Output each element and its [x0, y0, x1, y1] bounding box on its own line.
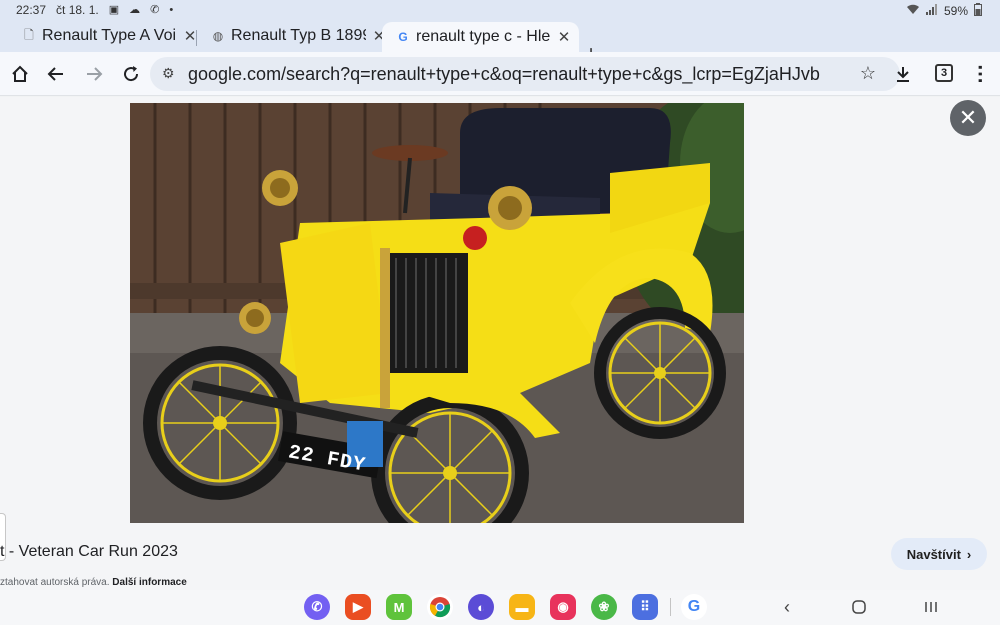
recents-icon	[925, 602, 937, 612]
home-icon	[12, 65, 28, 82]
close-icon[interactable]: ✕	[557, 28, 571, 46]
tab-strip: 🗋 Renault Type A Voi ✕ ◍ Renault Typ B 1…	[0, 20, 1000, 66]
taskbar-dock: ✆ ▶ M ◐ ▬ ◉ ❀ ⠿ G ‹	[0, 590, 1000, 625]
files-icon[interactable]: ▬	[509, 594, 535, 620]
recents-nav-button[interactable]	[920, 596, 942, 618]
dot-icon: •	[169, 4, 174, 16]
visit-label: Navštívit	[906, 546, 961, 562]
office-icon[interactable]: ▶	[345, 594, 371, 620]
status-bar: 22:37 čt 18. 1. ▣ ☁ ✆ • 59%	[0, 0, 1000, 20]
google-icon[interactable]: G	[681, 594, 707, 620]
clock: 22:37	[16, 3, 47, 17]
wifi-icon	[906, 4, 920, 18]
bookmark-star-icon[interactable]: ☆	[860, 63, 876, 84]
visit-button[interactable]: Navštívit ›	[891, 538, 987, 570]
back-button[interactable]	[42, 60, 70, 88]
internet-icon[interactable]: ◐	[468, 594, 494, 620]
result-title[interactable]: t - Veteran Car Run 2023	[0, 543, 178, 561]
tab-title: Renault Type A Voi	[42, 27, 177, 44]
result-image[interactable]: 22 FDY	[130, 103, 744, 523]
arrow-right-icon	[87, 67, 103, 81]
forward-button[interactable]	[80, 60, 108, 88]
tab-renault-type-a[interactable]: 🗋 Renault Type A Voi ✕	[8, 22, 205, 50]
chrome-icon[interactable]	[427, 594, 453, 620]
dock-divider	[670, 598, 671, 616]
site-settings-icon[interactable]: ⚙	[162, 65, 175, 82]
apps-grid-icon[interactable]: ⠿	[632, 594, 658, 620]
tab-switcher-button[interactable]: 3	[935, 64, 953, 82]
tab-title: renault type c - Hle	[416, 28, 551, 45]
battery-icon	[974, 3, 982, 19]
home-button[interactable]	[6, 60, 34, 88]
url-text[interactable]: google.com/search?q=renault+type+c&oq=re…	[188, 64, 848, 85]
download-button[interactable]	[889, 60, 917, 88]
close-icon: ✕	[958, 105, 978, 130]
viber-icon[interactable]: ✆	[304, 594, 330, 620]
tab-title: Renault Typ B 1899	[231, 27, 366, 44]
battery-level: 59%	[943, 4, 968, 18]
copyright-text: ztahovat autorská práva.	[0, 577, 110, 588]
gallery-icon: ▣	[108, 4, 120, 16]
home-nav-button[interactable]	[848, 596, 870, 618]
close-icon[interactable]: ✕	[183, 27, 197, 45]
m-icon[interactable]: M	[386, 594, 412, 620]
google-g-icon: G	[398, 30, 408, 44]
copyright-notice: ztahovat autorská práva. Další informace	[0, 577, 187, 588]
cloud-icon: ☁	[129, 4, 141, 16]
chevron-left-icon: ‹	[784, 596, 790, 617]
close-viewer-button[interactable]: ✕	[950, 100, 986, 136]
page-icon: 🗋	[24, 27, 34, 42]
browser-toolbar: ⚙ google.com/search?q=renault+type+c&oq=…	[0, 52, 1000, 96]
image-viewer: 22 FDY ✕ t - Veteran Car Run 2023 Navští…	[0, 97, 1000, 590]
back-nav-button[interactable]: ‹	[776, 596, 798, 618]
menu-button[interactable]: ⋯	[966, 60, 994, 88]
home-circle-icon	[852, 600, 866, 614]
signal-icon	[925, 4, 938, 18]
camera-icon[interactable]: ◉	[550, 594, 576, 620]
date: čt 18. 1.	[56, 3, 99, 17]
more-info-link[interactable]: Další informace	[112, 577, 186, 588]
tab-renault-type-c[interactable]: G renault type c - Hle ✕	[382, 22, 579, 52]
reload-button[interactable]	[117, 60, 145, 88]
gallery-icon[interactable]: ❀	[591, 594, 617, 620]
more-vert-icon: ⋯	[969, 64, 991, 84]
tab-renault-typ-b[interactable]: ◍ Renault Typ B 1899 ✕	[197, 22, 394, 50]
globe-icon: ◍	[212, 29, 224, 43]
reload-icon	[124, 66, 139, 82]
download-icon	[897, 67, 909, 82]
chevron-right-icon: ›	[966, 546, 972, 562]
arrow-left-icon	[47, 67, 63, 81]
viber-icon: ✆	[150, 4, 160, 16]
address-bar[interactable]: ⚙ google.com/search?q=renault+type+c&oq=…	[150, 57, 900, 91]
